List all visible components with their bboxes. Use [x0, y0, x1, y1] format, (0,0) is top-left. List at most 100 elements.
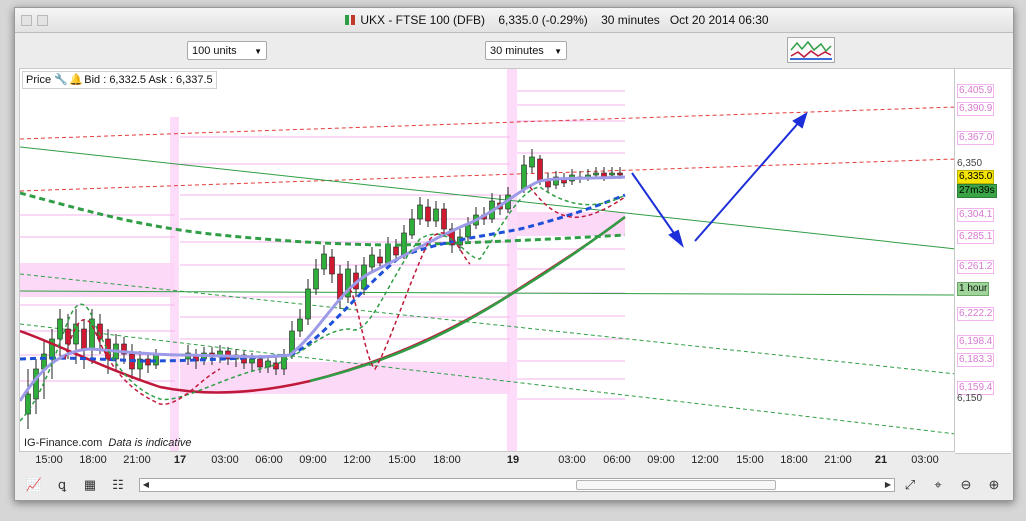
day-label: 21	[874, 454, 888, 466]
grid-label: 6,350	[957, 158, 983, 169]
pivot-level: 6,405.9	[957, 84, 995, 98]
candle-body	[537, 158, 543, 182]
time-label: 03:00	[558, 454, 586, 466]
time-axis[interactable]: 15:00 18:00 21:00 17 03:00 06:00 09:00 1…	[19, 452, 955, 468]
time-label: 06:00	[603, 454, 631, 466]
bell-icon[interactable]: 🔔	[69, 72, 83, 88]
candle-body	[305, 288, 311, 320]
candle-icon	[345, 13, 357, 27]
time-label: 03:00	[211, 454, 239, 466]
candle-body	[593, 172, 599, 176]
candle-body	[25, 393, 31, 415]
candle-body	[377, 256, 383, 264]
toolbar: 100 units ▼ 30 minutes ▼	[15, 32, 1013, 66]
forecast-arrows	[631, 111, 808, 248]
time-label: 21:00	[824, 454, 852, 466]
session-band	[507, 69, 517, 451]
candle-body	[313, 268, 319, 290]
units-value: 100 units	[192, 45, 237, 57]
time-label: 12:00	[343, 454, 371, 466]
units-dropdown[interactable]: 100 units ▼	[187, 41, 267, 60]
price-axis[interactable]: 6,405.9 6,390.9 6,367.0 6,350 6,335.0 27…	[955, 68, 1011, 454]
pivot-level: 6,304.1	[957, 208, 995, 222]
time-label: 18:00	[780, 454, 808, 466]
time-scrollbar[interactable]: ◀ ▶	[139, 478, 895, 492]
instrument-name: UKX - FTSE 100 (DFB)	[360, 13, 486, 27]
pivot-level: 6,285.1	[957, 230, 995, 244]
zoom-in-icon[interactable]: ⊕	[985, 476, 1003, 494]
candle-body	[529, 156, 535, 168]
pivot-zone	[180, 362, 510, 394]
time-label: 15:00	[388, 454, 416, 466]
price-info: Price 🔧 🔔 Bid : 6,332.5 Ask : 6,337.5	[22, 71, 217, 89]
candle-body	[521, 164, 527, 190]
candle-body	[617, 172, 623, 176]
scroll-right-icon[interactable]: ▶	[883, 479, 893, 491]
chart-window: UKX - FTSE 100 (DFB) 6,335.0 (-0.29%) 30…	[14, 7, 1014, 501]
attribution-note: Data is indicative	[108, 437, 192, 449]
candle-body	[385, 244, 391, 264]
day-label: 17	[173, 454, 187, 466]
candle-body	[409, 218, 415, 236]
timestamp: Oct 20 2014 06:30	[669, 13, 769, 27]
zoom-out-icon[interactable]: ⊖	[957, 476, 975, 494]
minimize-icon[interactable]	[37, 15, 48, 26]
time-label: 15:00	[736, 454, 764, 466]
price-change: 6,335.0 (-0.29%)	[498, 13, 588, 27]
time-label: 18:00	[79, 454, 107, 466]
candle-body	[393, 246, 399, 256]
attribution-source: IG-Finance.com	[24, 437, 103, 449]
calculator-icon[interactable]: ▦	[81, 476, 99, 494]
candle-body	[433, 208, 439, 222]
candle-body	[73, 323, 79, 345]
candle-body	[369, 254, 375, 268]
scroll-left-icon[interactable]: ◀	[141, 479, 151, 491]
candle-body	[425, 206, 431, 222]
pivot-level: 6,222.2	[957, 307, 995, 321]
pivot-level: 6,183.3	[957, 353, 995, 367]
chevron-down-icon: ▼	[554, 47, 562, 56]
zoom-fit-icon[interactable]: ⌖	[929, 476, 947, 494]
indicator-icon[interactable]: ꝗ	[53, 476, 71, 494]
candle-body	[297, 318, 303, 332]
timeframe-dropdown[interactable]: 30 minutes ▼	[485, 41, 567, 60]
chevron-down-icon: ▼	[254, 47, 262, 56]
chart-view-icon[interactable]	[787, 37, 835, 63]
price-chart[interactable]: Price 🔧 🔔 Bid : 6,332.5 Ask : 6,337.5 IG…	[19, 68, 955, 452]
time-label: 15:00	[35, 454, 63, 466]
wrench-icon[interactable]: 🔧	[54, 72, 68, 88]
expand-icon[interactable]: ⤢	[901, 476, 919, 494]
trend-tool-icon[interactable]: 📈	[25, 476, 43, 494]
attribution: IG-Finance.com Data is indicative	[24, 437, 192, 449]
settings-grid-icon[interactable]: ☷	[109, 476, 127, 494]
candle-body	[441, 208, 447, 230]
time-label: 21:00	[123, 454, 151, 466]
time-label: 03:00	[911, 454, 939, 466]
pivot-level: 6,390.9	[957, 102, 995, 116]
candle-body	[97, 323, 103, 340]
timeframe-badge: 1 hour	[957, 282, 990, 296]
time-label: 09:00	[299, 454, 327, 466]
title-bar: UKX - FTSE 100 (DFB) 6,335.0 (-0.29%) 30…	[15, 8, 1013, 33]
candle-body	[321, 253, 327, 270]
price-label: Price	[26, 74, 52, 86]
bid-ask: Bid : 6,332.5 Ask : 6,337.5	[84, 74, 213, 86]
candle-body	[57, 318, 63, 340]
candle-body	[81, 328, 87, 350]
time-label: 18:00	[433, 454, 461, 466]
candle-body	[249, 358, 255, 364]
candle-body	[465, 224, 471, 238]
candle-countdown: 27m39s	[957, 184, 997, 198]
grid-label: 6,150	[957, 393, 983, 404]
current-price-label: 6,335.0	[957, 170, 995, 184]
bottom-toolbar: 📈 ꝗ ▦ ☷ ◀ ▶ ⤢ ⌖ ⊖ ⊕	[15, 470, 1013, 500]
day-label: 19	[506, 454, 520, 466]
candle-body	[417, 204, 423, 220]
time-label: 06:00	[255, 454, 283, 466]
close-icon[interactable]	[21, 15, 32, 26]
pivot-level: 6,367.0	[957, 131, 995, 145]
timeframe-value: 30 minutes	[490, 45, 544, 57]
scroll-thumb[interactable]	[576, 480, 776, 490]
candle-body	[609, 172, 615, 176]
time-label: 12:00	[691, 454, 719, 466]
